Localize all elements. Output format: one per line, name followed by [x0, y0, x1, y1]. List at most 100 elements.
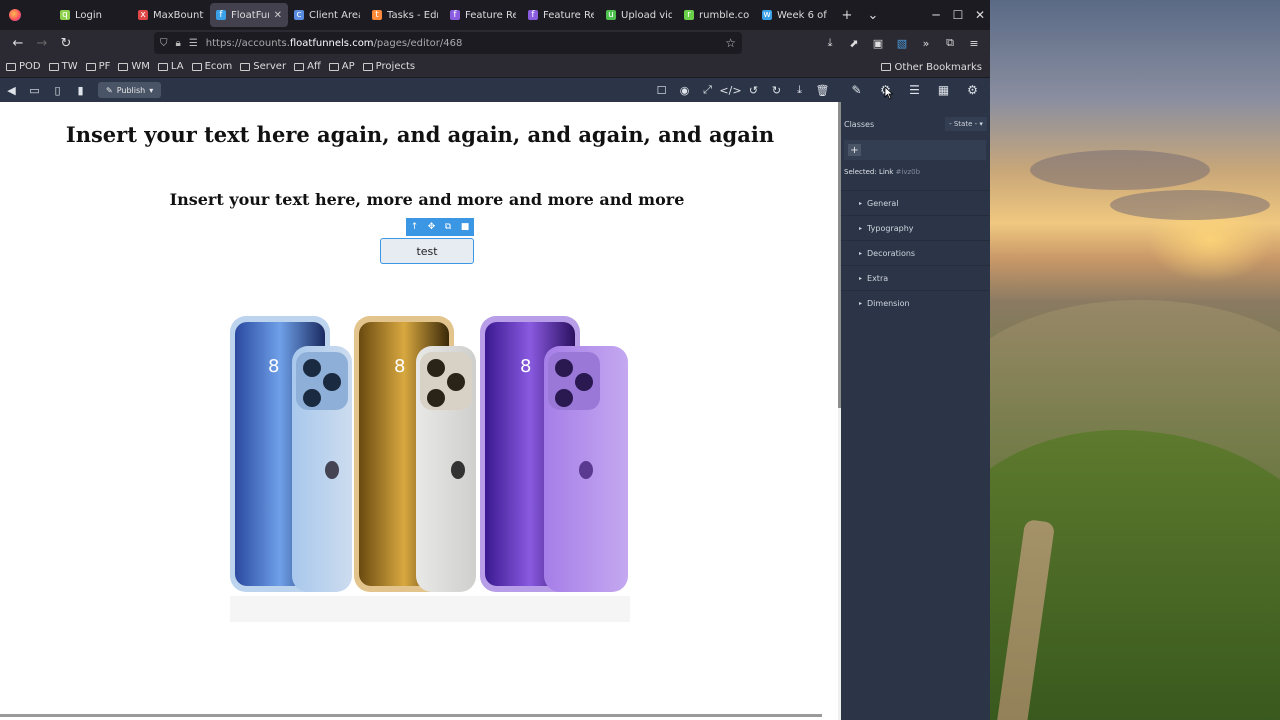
folder-icon	[85, 62, 96, 71]
bookmark-folder[interactable]: Aff	[294, 61, 321, 72]
sector-typography[interactable]: ▸ Typography	[841, 215, 990, 240]
url-bar[interactable]: ⛉ 🔒︎ ☰ https://accounts.floatfunnels.com…	[154, 32, 742, 54]
delete-icon[interactable]: ■	[461, 222, 470, 232]
svg-text:8: 8	[394, 356, 405, 377]
tab-title: MaxBounty	[153, 9, 204, 21]
tab-close-icon[interactable]: ✕	[274, 10, 282, 21]
clone-icon[interactable]: ⧉	[445, 222, 451, 232]
folder-icon	[191, 62, 202, 71]
browser-tab[interactable]: f Feature Re	[444, 3, 522, 27]
firefox-logo-icon[interactable]	[0, 0, 30, 30]
layer-manager-icon[interactable]: ☰	[900, 83, 929, 97]
add-class-button[interactable]: +	[848, 144, 861, 156]
sector-decorations[interactable]: ▸ Decorations	[841, 240, 990, 265]
bookmark-star-icon[interactable]: ☆	[725, 36, 736, 50]
bookmark-folder[interactable]: AP	[328, 61, 355, 72]
extension-icon-2[interactable]: ▣	[868, 37, 888, 50]
preview-eye-icon[interactable]: ◉	[673, 84, 696, 97]
editor-back-icon[interactable]: ◀	[0, 84, 23, 97]
bookmark-folder[interactable]: Server	[240, 61, 286, 72]
mobile-view-icon[interactable]: ▮	[69, 84, 92, 97]
overflow-chevron-icon[interactable]: »	[916, 37, 936, 50]
browser-tab[interactable]: f Feature Re	[522, 3, 600, 27]
other-bookmarks[interactable]: Other Bookmarks	[880, 56, 982, 78]
downloads-icon[interactable]: ⤓	[820, 36, 840, 50]
folder-icon	[6, 62, 16, 71]
url-text[interactable]: https://accounts.floatfunnels.com/pages/…	[206, 38, 463, 49]
browser-tab[interactable]: c Client Area	[288, 3, 366, 27]
new-tab-icon[interactable]: +	[834, 8, 860, 23]
bookmarks-bar: POD TW PF WM LA Ecom Server Aff AP Projects Other…	[0, 56, 990, 78]
blocks-icon[interactable]: ▦	[929, 83, 958, 97]
undo-icon[interactable]: ↺	[742, 84, 765, 97]
sector-extra[interactable]: ▸ Extra	[841, 265, 990, 290]
bookmark-folder[interactable]: LA	[157, 61, 184, 72]
tracking-shield-icon[interactable]: ⛉	[160, 38, 168, 49]
forward-icon[interactable]: →	[30, 36, 54, 51]
trash-icon[interactable]: 🗑︎	[811, 84, 834, 97]
bookmark-folder[interactable]: Projects	[362, 61, 415, 72]
publish-button[interactable]: ✎ Publish ▾	[98, 82, 162, 98]
caret-down-icon: ▾	[979, 120, 983, 128]
component-toolbar: ↑ ✥ ⧉ ■	[406, 218, 474, 236]
browser-tab[interactable]: u Upload vid	[600, 3, 678, 27]
minimize-icon[interactable]: ─	[926, 8, 946, 22]
tab-title: rumble.com	[699, 9, 750, 21]
browser-tab[interactable]: q Login	[54, 3, 132, 27]
menu-icon[interactable]: ≡	[964, 37, 984, 50]
back-icon[interactable]: ←	[6, 36, 30, 51]
download-icon[interactable]: ⤓	[788, 83, 811, 97]
bookmark-folder[interactable]: POD	[6, 61, 41, 72]
classes-label: Classes	[844, 120, 875, 129]
lock-icon[interactable]: 🔒︎	[176, 38, 181, 49]
browser-tab[interactable]: r rumble.com	[678, 3, 756, 27]
tab-favicon-icon: w	[762, 10, 772, 20]
tab-list-chevron-icon[interactable]: ⌄	[860, 8, 886, 23]
reload-icon[interactable]: ↻	[54, 36, 78, 51]
bookmark-folder[interactable]: WM	[118, 61, 150, 72]
close-window-icon[interactable]: ✕	[970, 8, 990, 22]
advanced-settings-icon[interactable]: ⚙	[958, 83, 987, 97]
folder-icon	[880, 63, 891, 71]
editor-canvas[interactable]: Insert your text here again, and again, …	[0, 102, 838, 720]
select-parent-icon[interactable]: ↑	[411, 222, 419, 232]
tab-favicon-icon: r	[684, 10, 694, 20]
state-select[interactable]: - State - ▾	[945, 117, 987, 131]
bookmark-folder[interactable]: TW	[48, 61, 78, 72]
sector-dimension[interactable]: ▸ Dimension	[841, 290, 990, 315]
extensions-puzzle-icon[interactable]: ⧉	[940, 36, 960, 50]
code-icon[interactable]: </>	[719, 84, 742, 97]
redo-icon[interactable]: ↻	[765, 84, 788, 97]
outline-icon[interactable]: ☐	[650, 84, 673, 97]
style-manager-brush-icon[interactable]: ✎	[842, 83, 871, 97]
tablet-view-icon[interactable]: ▯	[46, 84, 69, 97]
sector-general[interactable]: ▸ General	[841, 190, 990, 215]
test-link-button[interactable]: test	[380, 238, 474, 264]
tab-bar: q Login x MaxBounty f FloatFunnels ✕ c Client Ar…	[0, 0, 990, 30]
tab-favicon-icon: t	[372, 10, 382, 20]
canvas-horizontal-scrollbar[interactable]	[0, 714, 822, 717]
permissions-icon[interactable]: ☰	[189, 38, 198, 49]
browser-tab[interactable]: t Tasks - Edmu	[366, 3, 444, 27]
navigation-bar: ← → ↻ ⛉ 🔒︎ ☰ https://accounts.floatfunne…	[0, 30, 990, 56]
folder-icon	[157, 62, 168, 71]
browser-tab[interactable]: x MaxBounty	[132, 3, 210, 27]
bookmark-folder[interactable]: Ecom	[191, 61, 232, 72]
browser-tab[interactable]: f FloatFunnels ✕	[210, 3, 288, 27]
phones-image[interactable]: 8 8 8	[226, 310, 630, 628]
page-heading[interactable]: Insert your text here again, and again, …	[0, 122, 838, 147]
svg-text:8: 8	[520, 356, 531, 377]
desktop-view-icon[interactable]: ▭	[23, 84, 46, 97]
tab-title: Week 6 of 2	[777, 9, 828, 21]
bookmark-folder[interactable]: PF	[85, 61, 110, 72]
tab-favicon-icon: f	[216, 10, 226, 20]
maximize-icon[interactable]: ☐	[948, 8, 968, 22]
extension-icon-3[interactable]: ▧	[892, 37, 912, 50]
fullscreen-icon[interactable]: ⤢	[696, 83, 719, 97]
page-subheading[interactable]: Insert your text here, more and more and…	[0, 190, 838, 209]
browser-tab[interactable]: w Week 6 of 2	[756, 3, 834, 27]
selected-component-info: Selected: Link #ivz0b	[844, 168, 921, 176]
tab-favicon-icon: x	[138, 10, 148, 20]
extension-icon[interactable]: ⬈	[844, 37, 864, 50]
move-icon[interactable]: ✥	[428, 222, 436, 232]
